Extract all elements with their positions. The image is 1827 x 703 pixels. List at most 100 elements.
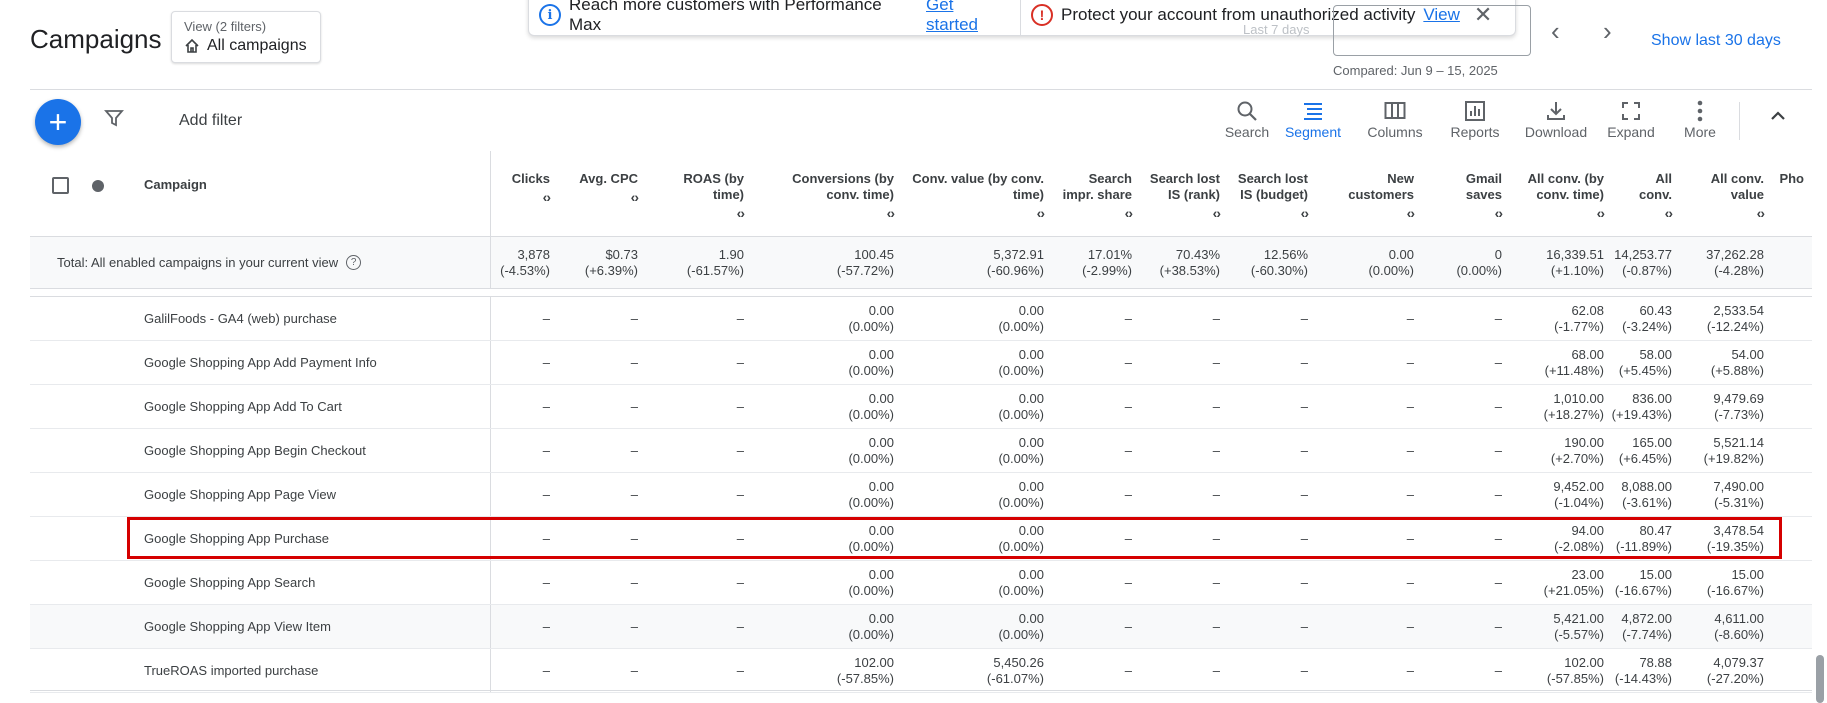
cell-value: 0.00 <box>1018 346 1044 362</box>
more-tool[interactable]: More <box>1680 98 1720 140</box>
get-started-link[interactable]: Get started <box>926 0 1010 35</box>
empty-value: – <box>542 442 550 458</box>
table-row[interactable]: Google Shopping App Page View – – –0.00 (0.0… <box>30 473 1812 517</box>
table-row[interactable]: Google Shopping App Purchase – – –0.00 (0.00… <box>30 517 1812 561</box>
table-row[interactable]: TrueROAS imported purchase – – –102.00 (-57.… <box>30 649 1812 693</box>
column-header-label: Clicks <box>511 171 550 186</box>
expand-icon <box>1622 102 1640 120</box>
help-icon[interactable]: ? <box>346 255 362 270</box>
column-header[interactable]: Search impr. share ‹› <box>1052 151 1140 236</box>
next-period-icon[interactable]: › <box>1603 16 1612 47</box>
table-row[interactable]: Google Shopping App View Item – – –0.00 (0.0… <box>30 605 1812 649</box>
reports-tool[interactable]: Reports <box>1443 98 1507 140</box>
table-cell: – <box>490 473 558 516</box>
cell-value: 0.00 <box>868 610 894 626</box>
total-label-cell: Total: All enabled campaigns in your cur… <box>30 237 490 288</box>
cell-change: (0.00%) <box>998 362 1044 378</box>
sort-icon[interactable]: ‹› <box>1037 205 1045 221</box>
table-row[interactable]: Google Shopping App Begin Checkout – – –0.0… <box>30 429 1812 473</box>
sort-icon[interactable]: ‹› <box>1125 205 1133 221</box>
filter-icon[interactable] <box>104 108 124 128</box>
column-header[interactable]: Gmail saves ‹› <box>1422 151 1510 236</box>
column-header[interactable]: All conv. value ‹› <box>1680 151 1772 236</box>
vertical-scrollbar[interactable] <box>1816 655 1824 703</box>
expand-tool[interactable]: Expand <box>1603 98 1659 140</box>
chevron-up-icon[interactable] <box>1768 106 1788 126</box>
search-tool[interactable]: Search <box>1219 98 1275 140</box>
empty-value: – <box>630 398 638 414</box>
cell-change: (+2.70%) <box>1550 450 1604 466</box>
column-header[interactable]: Search lost IS (rank) ‹› <box>1140 151 1228 236</box>
table-row[interactable]: GalilFoods - GA4 (web) purchase – – –0.00 (0… <box>30 297 1812 341</box>
cell-change: (0.00%) <box>998 450 1044 466</box>
column-header[interactable]: ROAS (by time) ‹› <box>646 151 752 236</box>
empty-value: – <box>1124 442 1132 458</box>
campaign-name: Google Shopping App Add Payment Info <box>144 354 377 370</box>
cell-value: 7,490.00 <box>1713 478 1764 494</box>
table-row[interactable]: Google Shopping App Search – – –0.00 (0.00%)… <box>30 561 1812 605</box>
cell-change: (-16.67%) <box>1706 582 1764 598</box>
total-value: 37,262.28 <box>1706 246 1764 262</box>
sort-icon[interactable]: ‹› <box>1495 205 1503 221</box>
date-range-picker[interactable] <box>1333 5 1531 56</box>
sort-icon[interactable]: ‹› <box>1213 205 1221 221</box>
cell-change: (+5.88%) <box>1710 362 1764 378</box>
cell-value: 5,521.14 <box>1713 434 1764 450</box>
column-header[interactable]: Search lost IS (budget) ‹› <box>1228 151 1316 236</box>
cell-change: (-19.35%) <box>1706 538 1764 554</box>
column-header[interactable]: Pho <box>1772 151 1812 236</box>
empty-value: – <box>1212 442 1220 458</box>
column-header[interactable]: Conv. value (by conv. time) ‹› <box>902 151 1052 236</box>
sort-icon[interactable]: ‹› <box>887 205 895 221</box>
table-cell: – <box>1140 517 1228 560</box>
sort-icon[interactable]: ‹› <box>737 205 745 221</box>
sort-icon[interactable]: ‹› <box>1407 205 1415 221</box>
column-header[interactable]: Campaign <box>30 151 490 236</box>
empty-value: – <box>1494 442 1502 458</box>
column-header[interactable]: New customers ‹› <box>1316 151 1422 236</box>
table-total-row: Total: All enabled campaigns in your cur… <box>30 237 1812 289</box>
select-all-checkbox[interactable] <box>52 177 69 194</box>
sort-icon[interactable]: ‹› <box>1757 205 1765 221</box>
show-last-30-days-button[interactable]: Show last 30 days <box>1651 32 1781 50</box>
table-row[interactable]: Google Shopping App Add Payment Info – – –0… <box>30 341 1812 385</box>
cell-change: (-1.04%) <box>1554 494 1604 510</box>
table-cell: – <box>1052 385 1140 428</box>
add-filter-button[interactable]: Add filter <box>179 112 242 130</box>
sort-icon[interactable]: ‹› <box>543 189 551 205</box>
more-tool-label: More <box>1684 124 1716 140</box>
segment-tool[interactable]: Segment <box>1281 98 1345 140</box>
table-cell: 0.00 (0.00%) <box>902 297 1052 340</box>
column-header[interactable]: All conv. ‹› <box>1612 151 1680 236</box>
empty-value: – <box>630 354 638 370</box>
table-cell: 0.00 (0.00%) <box>902 473 1052 516</box>
cell-change: (0.00%) <box>848 494 894 510</box>
add-button[interactable]: + <box>35 99 81 145</box>
empty-value: – <box>1494 574 1502 590</box>
cell-value: 102.00 <box>854 654 894 670</box>
column-header-label: ROAS (by time) <box>683 171 744 202</box>
view-selector[interactable]: View (2 filters) All campaigns <box>171 11 321 63</box>
sort-icon[interactable]: ‹› <box>631 189 639 205</box>
campaign-name: Google Shopping App Page View <box>144 486 337 502</box>
columns-tool[interactable]: Columns <box>1363 98 1427 140</box>
cell-change: (0.00%) <box>848 318 894 334</box>
sort-icon[interactable]: ‹› <box>1597 205 1605 221</box>
table-cell: 8,088.00 (-3.61%) <box>1612 473 1680 516</box>
cell-change: (0.00%) <box>998 626 1044 642</box>
column-header[interactable]: Avg. CPC ‹› <box>558 151 646 236</box>
total-value: $0.73 <box>605 246 638 262</box>
sort-icon[interactable]: ‹› <box>1301 205 1309 221</box>
table-row[interactable]: Google Shopping App Add To Cart – – –0.00 (0… <box>30 385 1812 429</box>
download-tool[interactable]: Download <box>1520 98 1592 140</box>
column-header[interactable]: Clicks ‹› <box>490 151 558 236</box>
empty-value: – <box>1494 618 1502 634</box>
table-cell: – <box>490 605 558 648</box>
previous-period-icon[interactable]: ‹ <box>1551 16 1560 47</box>
table-cell: – <box>646 473 752 516</box>
column-header[interactable]: Conversions (by conv. time) ‹› <box>752 151 902 236</box>
column-header[interactable]: All conv. (by conv. time) ‹› <box>1510 151 1612 236</box>
sort-icon[interactable]: ‹› <box>1665 205 1673 221</box>
total-change: (+38.53%) <box>1159 262 1220 278</box>
cell-change: (-3.61%) <box>1622 494 1672 510</box>
